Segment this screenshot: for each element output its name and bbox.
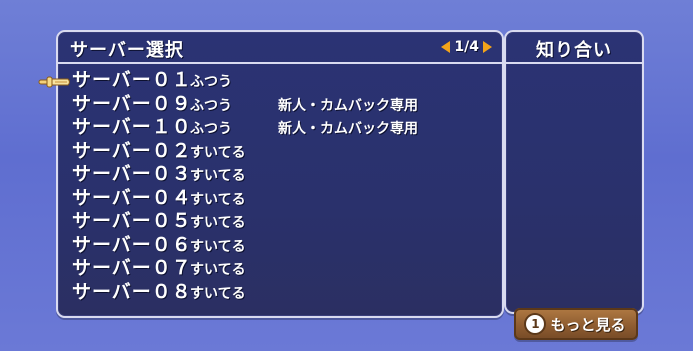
server-status: すいてる: [190, 168, 246, 184]
server-select-panel: サーバー選択 1/4 サーバー０１ふつう サーバー０９ふつう 新人・カムバック専用…: [56, 30, 504, 318]
server-row[interactable]: サーバー０８すいてる: [72, 281, 482, 305]
server-status: すいてる: [190, 191, 246, 208]
server-name: サーバー０６: [72, 233, 192, 256]
server-name: サーバー０５: [72, 210, 192, 232]
see-more-label: もっと見る: [550, 315, 626, 334]
server-panel-title: サーバー選択: [70, 40, 184, 61]
server-name: サーバー０９: [72, 92, 192, 115]
server-status: すいてる: [190, 144, 246, 161]
server-name: サーバー０２: [72, 139, 192, 162]
server-status: すいてる: [190, 238, 246, 255]
server-row[interactable]: サーバー０９ふつう 新人・カムバック専用: [72, 93, 482, 117]
server-row[interactable]: サーバー０２すいてる: [72, 140, 482, 164]
server-status: すいてる: [190, 215, 246, 231]
server-row[interactable]: サーバー０３すいてる: [72, 163, 482, 187]
server-row[interactable]: サーバー０６すいてる: [72, 234, 482, 258]
server-name: サーバー０４: [72, 186, 192, 209]
friends-panel: 知り合い: [504, 30, 644, 314]
server-row[interactable]: サーバー０４すいてる: [72, 187, 482, 211]
arrow-right-icon[interactable]: [483, 41, 492, 53]
server-name: サーバー１０: [72, 116, 192, 138]
server-row[interactable]: サーバー０７すいてる: [72, 257, 482, 281]
server-row[interactable]: サーバー１０ふつう 新人・カムバック専用: [72, 116, 482, 140]
server-row[interactable]: サーバー０１ふつう: [72, 69, 482, 93]
server-name: サーバー０３: [72, 163, 192, 185]
server-status: すいてる: [190, 262, 246, 278]
button-1-badge-icon: 1: [526, 315, 545, 333]
see-more-button[interactable]: 1 もっと見る: [514, 308, 638, 340]
server-status: ふつう: [190, 74, 232, 90]
friends-panel-header: 知り合い: [506, 32, 642, 64]
arrow-left-icon[interactable]: [441, 41, 451, 53]
server-row[interactable]: サーバー０５すいてる: [72, 210, 482, 234]
server-name: サーバー０７: [72, 257, 192, 279]
server-status: ふつう: [190, 97, 232, 114]
server-note: 新人・カムバック専用: [278, 97, 418, 114]
server-name: サーバー０１: [72, 69, 192, 91]
pointing-hand-cursor-icon: [38, 76, 70, 88]
page-indicator: 1/4: [441, 38, 492, 56]
server-panel-header: サーバー選択 1/4: [58, 32, 502, 64]
server-status: ふつう: [190, 121, 232, 137]
server-status: すいてる: [190, 285, 246, 302]
server-name: サーバー０８: [72, 280, 192, 303]
server-list: サーバー０１ふつう サーバー０９ふつう 新人・カムバック専用 サーバー１０ふつう新…: [72, 69, 482, 304]
friends-panel-title: 知り合い: [536, 40, 612, 61]
page-number: 1/4: [454, 39, 479, 55]
server-note: 新人・カムバック専用: [278, 121, 418, 137]
